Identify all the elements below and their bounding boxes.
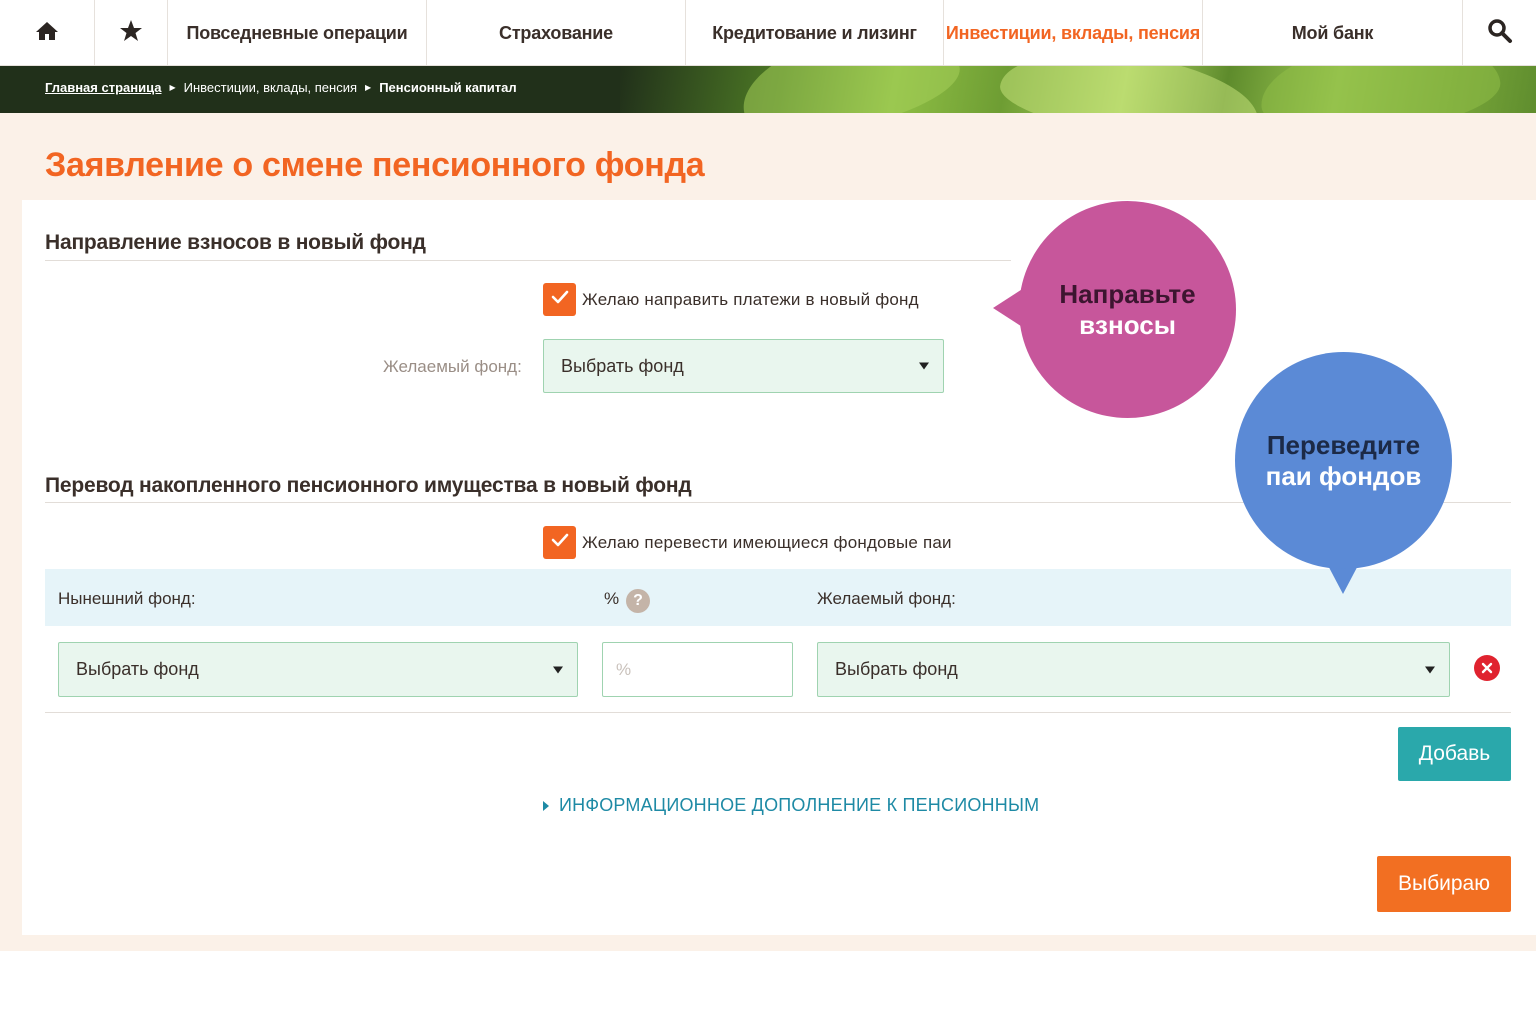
breadcrumb-separator-icon: ▶	[169, 83, 176, 92]
table-row-divider	[45, 712, 1511, 713]
breadcrumb: Главная страница ▶ Инвестиции, вклады, п…	[45, 80, 517, 95]
expand-arrow-icon	[543, 800, 549, 811]
desired-fund-select-value: Выбрать фонд	[561, 355, 684, 376]
callout-direct-contributions: Направьте взносы	[1019, 201, 1236, 418]
nav-item-insurance[interactable]: Страхование	[427, 0, 686, 66]
section-divider	[45, 260, 1011, 261]
leaves-background-image	[620, 66, 1536, 113]
current-fund-select-value: Выбрать фонд	[76, 659, 199, 679]
breadcrumb-banner: Главная страница ▶ Инвестиции, вклады, п…	[0, 66, 1536, 113]
column-header-desired-fund: Желаемый фонд:	[817, 589, 956, 608]
current-fund-select[interactable]: Выбрать фонд	[58, 642, 578, 697]
contributions-checkbox-label[interactable]: Желаю направить платежи в новый фонд	[582, 290, 919, 310]
breadcrumb-separator-icon: ▶	[365, 83, 372, 92]
desired-fund-label: Желаемый фонд:	[383, 357, 522, 376]
submit-button[interactable]: Выбираю	[1377, 856, 1511, 912]
star-icon	[119, 19, 143, 48]
transfer-table-header: Нынешний фонд: % ? Желаемый фонд:	[45, 569, 1511, 626]
contributions-checkbox[interactable]	[543, 283, 576, 316]
dropdown-arrow-icon	[919, 362, 929, 370]
checkmark-icon	[551, 290, 569, 309]
section-title-contributions: Направление взносов в новый фонд	[45, 231, 426, 254]
breadcrumb-link-section[interactable]: Инвестиции, вклады, пенсия	[184, 80, 357, 95]
search-icon	[1487, 18, 1513, 49]
column-header-current-fund: Нынешний фонд:	[58, 589, 196, 608]
help-icon[interactable]: ?	[626, 589, 650, 613]
nav-item-label: Кредитование и лизинг	[712, 22, 917, 43]
breadcrumb-current: Пенсионный капитал	[379, 80, 517, 95]
nav-item-label: Инвестиции, вклады, пенсия	[945, 22, 1201, 43]
percent-input[interactable]: %	[602, 642, 793, 697]
nav-item-label: Страхование	[499, 22, 613, 43]
add-row-button[interactable]: Добавь	[1398, 727, 1511, 781]
row-desired-fund-select[interactable]: Выбрать фонд	[817, 642, 1450, 697]
nav-item-label: Мой банк	[1291, 22, 1374, 43]
nav-item-investments[interactable]: Инвестиции, вклады, пенсия	[944, 0, 1203, 66]
remove-row-icon[interactable]	[1474, 655, 1500, 681]
nav-item-credit-leasing[interactable]: Кредитование и лизинг	[686, 0, 944, 66]
nav-item-daily-operations[interactable]: Повседневные операции	[168, 0, 427, 66]
column-header-percent: %	[604, 589, 620, 608]
nav-item-my-bank[interactable]: Мой банк	[1203, 0, 1463, 66]
home-icon	[35, 20, 59, 47]
callout-line: паи фондов	[1265, 460, 1422, 491]
transfer-checkbox[interactable]	[543, 526, 576, 559]
dropdown-arrow-icon	[1425, 666, 1435, 673]
nav-home-button[interactable]	[0, 0, 95, 66]
checkmark-icon	[551, 533, 569, 552]
info-supplement-link[interactable]: ИНФОРМАЦИОННОЕ ДОПОЛНЕНИЕ К ПЕНСИОННЫМ	[543, 795, 1039, 816]
top-navigation: Повседневные операции Страхование Кредит…	[0, 0, 1536, 66]
info-supplement-link-label: ИНФОРМАЦИОННОЕ ДОПОЛНЕНИЕ К ПЕНСИОННЫМ	[559, 795, 1040, 815]
breadcrumb-link-home[interactable]: Главная страница	[45, 80, 161, 95]
search-button[interactable]	[1463, 0, 1536, 66]
callout-transfer-units: Переведите паи фондов	[1235, 352, 1452, 569]
callout-line: Переведите	[1266, 429, 1421, 460]
row-desired-fund-select-value: Выбрать фонд	[835, 659, 958, 679]
callout-line: взносы	[1079, 309, 1176, 340]
section-title-transfer: Перевод накопленного пенсионного имущест…	[45, 474, 692, 497]
dropdown-arrow-icon	[553, 666, 563, 673]
nav-item-label: Повседневные операции	[186, 22, 408, 43]
form-card	[22, 200, 1536, 935]
desired-fund-select[interactable]: Выбрать фонд	[543, 339, 944, 393]
page-title: Заявление о смене пенсионного фонда	[45, 146, 705, 184]
nav-favorites-button[interactable]	[95, 0, 168, 66]
callout-line: Направьте	[1059, 278, 1196, 309]
transfer-checkbox-label[interactable]: Желаю перевести имеющиеся фондовые паи	[582, 533, 952, 553]
percent-input-placeholder: %	[616, 659, 632, 679]
